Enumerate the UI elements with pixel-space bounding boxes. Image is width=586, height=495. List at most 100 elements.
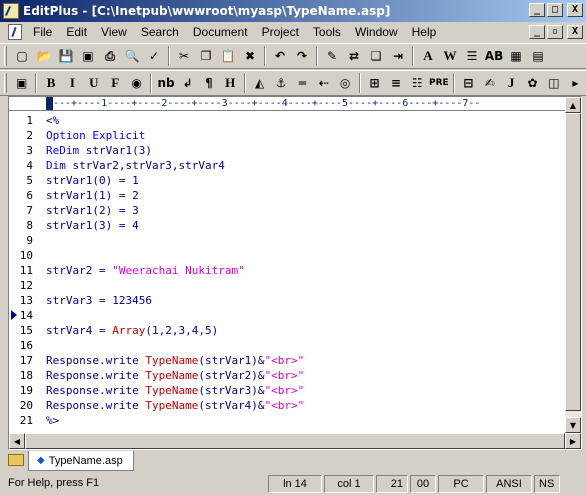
menu-view[interactable]: View xyxy=(94,22,134,42)
open-folder-icon[interactable]: 📂 xyxy=(34,46,54,66)
code-line[interactable]: 12 xyxy=(9,278,565,293)
paragraph-icon[interactable]: ¶ xyxy=(199,73,218,93)
code-line[interactable]: 7 strVar1(2) = 3 xyxy=(9,203,565,218)
scroll-down-button[interactable]: ▼ xyxy=(565,417,581,433)
code-line[interactable]: 14 xyxy=(9,308,565,323)
code-editor[interactable]: 1 <% 2 Option Explicit 3 ReDim strVar1(3) 4 Dim… xyxy=(9,111,565,433)
browser-icon[interactable]: ▦ xyxy=(506,46,526,66)
toolbar-grip[interactable] xyxy=(4,73,7,93)
menu-edit[interactable]: Edit xyxy=(59,22,94,42)
code-line[interactable]: 18 Response.write TypeName(strVar2)&"<br>… xyxy=(9,368,565,383)
code-line[interactable]: 1 <% xyxy=(9,113,565,128)
line-number-icon[interactable]: ☰ xyxy=(462,46,482,66)
minimize-button[interactable]: _ xyxy=(529,3,545,17)
menu-document[interactable]: Document xyxy=(186,22,255,42)
menu-search[interactable]: Search xyxy=(134,22,186,42)
code-line[interactable]: 19 Response.write TypeName(strVar3)&"<br>… xyxy=(9,383,565,398)
code-line[interactable]: 11 strVar2 = "Weerachai Nukitram" xyxy=(9,263,565,278)
tag-icon[interactable]: ◫ xyxy=(544,73,563,93)
close-button[interactable]: X xyxy=(567,3,583,17)
br-icon[interactable]: ↲ xyxy=(178,73,197,93)
html-preview-icon[interactable]: ▣ xyxy=(12,73,31,93)
code-line[interactable]: 3 ReDim strVar1(3) xyxy=(9,143,565,158)
folder-icon[interactable] xyxy=(8,454,24,466)
menu-project[interactable]: Project xyxy=(255,22,306,42)
italic-icon[interactable]: I xyxy=(63,73,82,93)
font-tag-icon[interactable]: F xyxy=(106,73,125,93)
script-icon[interactable]: ✍ xyxy=(480,73,499,93)
pre-icon[interactable]: PRE xyxy=(429,73,449,93)
status-encoding[interactable]: ANSI xyxy=(486,475,532,493)
delete-icon[interactable]: ✖ xyxy=(240,46,260,66)
table-icon[interactable]: ⊞ xyxy=(365,73,384,93)
cut-icon[interactable]: ✂ xyxy=(174,46,194,66)
doc-minimize-button[interactable]: _ xyxy=(529,25,545,39)
toolbar-grip[interactable] xyxy=(4,46,7,66)
scroll-left-button[interactable]: ◀ xyxy=(9,433,25,449)
nbsp-icon[interactable]: nb xyxy=(156,73,175,93)
status-file-format[interactable]: PC xyxy=(438,475,484,493)
print-icon[interactable]: ⎙ xyxy=(100,46,120,66)
find-in-files-icon[interactable]: ❏ xyxy=(366,46,386,66)
anchor-icon[interactable]: ⚓ xyxy=(271,73,290,93)
heading-icon[interactable]: H xyxy=(220,73,239,93)
code-line[interactable]: 13 strVar3 = 123456 xyxy=(9,293,565,308)
code-line[interactable]: 5 strVar1(0) = 1 xyxy=(9,173,565,188)
image-icon[interactable]: ◭ xyxy=(250,73,269,93)
color-icon[interactable]: ◉ xyxy=(127,73,146,93)
save-all-icon[interactable]: ▣ xyxy=(78,46,98,66)
spell-check-icon[interactable]: ✓ xyxy=(144,46,164,66)
horizontal-scrollbar[interactable]: ◀ ▶ xyxy=(9,433,581,449)
save-icon[interactable]: 💾 xyxy=(56,46,76,66)
form-icon[interactable]: ⊟ xyxy=(459,73,478,93)
code-line[interactable]: 2 Option Explicit xyxy=(9,128,565,143)
tab-typename-asp[interactable]: ◆ TypeName.asp xyxy=(28,451,134,471)
document-icon[interactable] xyxy=(8,24,22,40)
list-icon[interactable]: ☷ xyxy=(408,73,427,93)
code-line[interactable]: 6 strVar1(1) = 2 xyxy=(9,188,565,203)
code-line[interactable]: 17 Response.write TypeName(strVar1)&"<br>… xyxy=(9,353,565,368)
center-icon[interactable]: ≡ xyxy=(386,73,405,93)
undo-icon[interactable]: ↶ xyxy=(270,46,290,66)
font-icon[interactable]: A xyxy=(418,46,438,66)
maximize-button[interactable]: □ xyxy=(547,3,563,17)
code-line[interactable]: 16 xyxy=(9,338,565,353)
vertical-scrollbar[interactable]: ▲ ▼ xyxy=(565,97,581,433)
underline-icon[interactable]: U xyxy=(84,73,103,93)
word-wrap-icon[interactable]: W xyxy=(440,46,460,66)
horizontal-scroll-thumb[interactable] xyxy=(25,433,565,449)
menu-file[interactable]: File xyxy=(26,22,59,42)
doc-close-button[interactable]: X xyxy=(567,25,583,39)
menu-window[interactable]: Window xyxy=(348,22,405,42)
menu-tools[interactable]: Tools xyxy=(306,22,348,42)
code-line[interactable]: 21 %> xyxy=(9,413,565,428)
copy-icon[interactable]: ❐ xyxy=(196,46,216,66)
more-icon[interactable]: ▸ xyxy=(566,73,585,93)
hr-icon[interactable]: ═ xyxy=(293,73,312,93)
target-icon[interactable]: ◎ xyxy=(335,73,354,93)
code-line[interactable]: 15 strVar4 = Array(1,2,3,4,5) xyxy=(9,323,565,338)
options-icon[interactable]: ▤ xyxy=(528,46,548,66)
paste-icon[interactable]: 📋 xyxy=(218,46,238,66)
menu-help[interactable]: Help xyxy=(405,22,444,42)
vertical-scroll-thumb[interactable] xyxy=(565,113,581,411)
code-line[interactable]: 4 Dim strVar2,strVar3,strVar4 xyxy=(9,158,565,173)
bold-icon[interactable]: B xyxy=(41,73,60,93)
scroll-up-button[interactable]: ▲ xyxy=(565,97,581,113)
code-line[interactable]: 8 strVar1(3) = 4 xyxy=(9,218,565,233)
column-icon[interactable]: AB xyxy=(484,46,504,66)
code-line[interactable]: 9 xyxy=(9,233,565,248)
goto-icon[interactable]: ⇥ xyxy=(388,46,408,66)
color-picker-icon[interactable]: ✿ xyxy=(523,73,542,93)
javascript-icon[interactable]: J xyxy=(501,73,520,93)
comment-icon[interactable]: ⇠ xyxy=(314,73,333,93)
redo-icon[interactable]: ↷ xyxy=(292,46,312,66)
find-icon[interactable]: ✎ xyxy=(322,46,342,66)
replace-icon[interactable]: ⇄ xyxy=(344,46,364,66)
doc-restore-button[interactable]: ▫ xyxy=(547,25,563,39)
new-file-icon[interactable]: ▢ xyxy=(12,46,32,66)
code-line[interactable]: 10 xyxy=(9,248,565,263)
code-line[interactable]: 20 Response.write TypeName(strVar4)&"<br>… xyxy=(9,398,565,413)
print-preview-icon[interactable]: 🔍 xyxy=(122,46,142,66)
editplus-app-icon[interactable] xyxy=(3,3,19,19)
